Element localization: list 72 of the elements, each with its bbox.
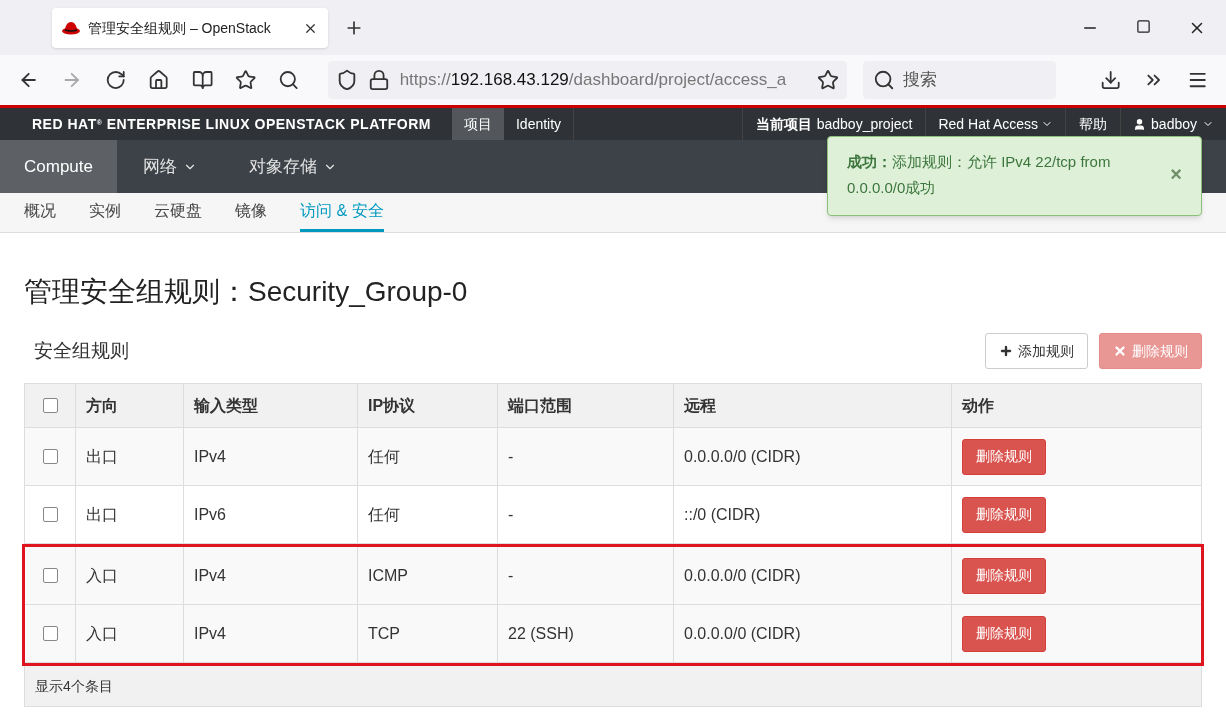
column-header: 动作 xyxy=(962,395,994,416)
x-icon xyxy=(1113,344,1127,358)
download-icon[interactable] xyxy=(1099,69,1122,91)
table-cell-text: IPv4 xyxy=(194,623,226,644)
delete-rule-button[interactable]: 删除规则 xyxy=(962,615,1046,652)
tab-title: 管理安全组规则 – OpenStack xyxy=(88,18,272,38)
lock-icon xyxy=(367,69,390,91)
user-icon xyxy=(1133,117,1147,131)
checkbox[interactable] xyxy=(42,507,58,522)
checkbox[interactable] xyxy=(42,626,58,641)
delete-rule-button[interactable]: 删除规则 xyxy=(962,496,1046,533)
table-cell-text: IPv4 xyxy=(194,565,226,586)
nav-tab[interactable]: 网络 xyxy=(117,140,223,193)
delete-rule-button[interactable]: 删除规则 xyxy=(962,557,1046,594)
table-cell-text: - xyxy=(508,565,514,586)
table-footer: 显示4个条目 xyxy=(35,675,113,697)
plus-icon xyxy=(999,344,1013,358)
page-title: 管理安全组规则：Security_Group-0 xyxy=(24,275,469,309)
top-tab[interactable]: Identity xyxy=(503,108,574,140)
nav-tab[interactable]: Compute xyxy=(0,140,117,193)
delete-rule-button[interactable]: 删除规则 xyxy=(962,438,1046,475)
sub-tab[interactable]: 实例 xyxy=(89,193,121,232)
column-header: 端口范围 xyxy=(508,395,572,416)
brand-title: RED HAT$^{®}$ ENTERPRISE LINUX OPENSTACK PLATFORM xyxy=(32,114,431,134)
star-icon[interactable] xyxy=(234,69,257,91)
table-cell-text: 0.0.0.0/0 (CIDR) xyxy=(684,623,801,644)
browser-tab[interactable]: 管理安全组规则 – OpenStack xyxy=(52,8,328,48)
sub-tab[interactable]: 镜像 xyxy=(235,193,267,232)
table-cell-text: - xyxy=(508,504,514,525)
reader-icon[interactable] xyxy=(191,69,213,91)
table-cell-text: 出口 xyxy=(86,504,118,525)
address-bar[interactable]: https://192.168.43.129/dashboard/project/access_a xyxy=(327,61,847,99)
table-cell-text: 任何 xyxy=(368,504,400,525)
bookmark-icon[interactable] xyxy=(816,69,839,91)
reload-icon[interactable] xyxy=(104,69,127,91)
hat-icon xyxy=(62,21,80,35)
nav-tab[interactable]: 对象存储 xyxy=(223,140,363,193)
table-cell-text: ::/0 (CIDR) xyxy=(684,504,761,525)
table-cell-text: 出口 xyxy=(86,446,118,467)
table-cell-text: 22 (SSH) xyxy=(508,623,574,644)
table-cell-text: ICMP xyxy=(368,565,408,586)
column-header: 方向 xyxy=(86,395,118,416)
column-header: 输入类型 xyxy=(194,395,258,416)
maximize-icon[interactable] xyxy=(1136,19,1151,34)
sub-tab[interactable]: 概况 xyxy=(24,193,56,232)
add-rule-button[interactable]: 添加规则 xyxy=(985,333,1088,369)
alert-message: 成功：添加规则：允许 IPv4 22/tcp from 0.0.0.0/0成功 xyxy=(847,152,1112,198)
home-icon[interactable] xyxy=(148,69,170,91)
table-cell-text: IPv4 xyxy=(194,446,226,467)
table-cell-text: - xyxy=(508,446,514,467)
search-input[interactable]: 搜索 xyxy=(902,67,1043,93)
table-cell-text: 0.0.0.0/0 (CIDR) xyxy=(684,446,801,467)
column-header: 远程 xyxy=(684,395,716,416)
sub-tab[interactable]: 云硬盘 xyxy=(154,193,202,232)
table-cell-text: 任何 xyxy=(368,446,400,467)
checkbox[interactable] xyxy=(42,449,58,464)
search-field[interactable]: 搜索 xyxy=(862,61,1056,99)
url-text: https://192.168.43.129/dashboard/project/access_a xyxy=(399,69,788,92)
current-project-label: 当前项目 xyxy=(755,114,812,134)
search-icon[interactable] xyxy=(278,69,300,91)
checkbox[interactable] xyxy=(42,398,58,413)
table-cell-text: 入口 xyxy=(86,565,118,586)
current-project: badboy_project xyxy=(816,114,913,134)
table-cell-text: 0.0.0.0/0 (CIDR) xyxy=(684,565,801,586)
table-cell-text: TCP xyxy=(368,623,400,644)
top-tab[interactable]: 项目 xyxy=(451,108,504,140)
section-title: 安全组规则 xyxy=(34,339,129,363)
checkbox[interactable] xyxy=(42,568,58,583)
column-header: IP协议 xyxy=(368,395,416,416)
table-cell-text: 入口 xyxy=(86,623,118,644)
search-icon xyxy=(872,69,895,91)
table-cell-text: IPv6 xyxy=(194,504,226,525)
